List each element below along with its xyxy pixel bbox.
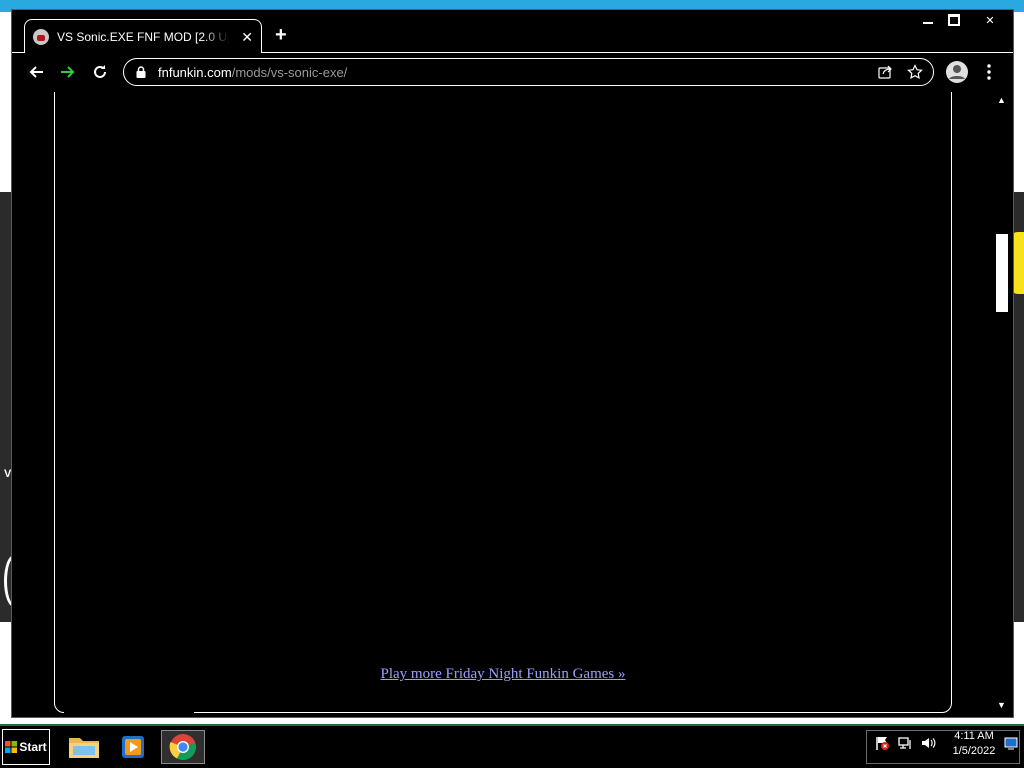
- tab-vs-sonic-exe[interactable]: VS Sonic.EXE FNF MOD [2.0 Update] ✕: [24, 19, 262, 53]
- scrollbar-thumb[interactable]: [996, 234, 1008, 312]
- reload-button[interactable]: [88, 60, 112, 84]
- taskbar: Start 4:11 AM 1/5/2022: [0, 724, 1024, 768]
- clock-time: 4:11 AM: [954, 730, 994, 742]
- kebab-menu-icon: [987, 64, 991, 80]
- scroll-down-arrow[interactable]: ▼: [997, 700, 1006, 710]
- tab-strip: VS Sonic.EXE FNF MOD [2.0 Update] ✕ + ✕: [12, 10, 1013, 54]
- scroll-up-arrow[interactable]: ▲: [997, 95, 1006, 105]
- action-center-flag-icon[interactable]: [874, 735, 890, 751]
- chrome-icon: [169, 734, 196, 760]
- game-embed-frame[interactable]: [54, 92, 952, 713]
- frame-gap: [64, 709, 194, 715]
- window-controls: ✕: [915, 10, 1013, 30]
- url-domain: fnfunkin.com: [158, 64, 232, 80]
- start-button[interactable]: Start: [2, 729, 50, 765]
- network-icon[interactable]: [897, 735, 913, 751]
- reload-icon: [94, 65, 106, 78]
- windows-logo-icon: [5, 741, 18, 753]
- bookmark-star-icon[interactable]: [907, 64, 923, 80]
- profile-avatar-icon[interactable]: [945, 60, 969, 84]
- maximize-button[interactable]: [941, 10, 967, 30]
- tab-title: VS Sonic.EXE FNF MOD [2.0 Update]: [57, 29, 229, 44]
- tab-underline: [262, 52, 1013, 53]
- folder-icon: [69, 738, 99, 758]
- more-games-link[interactable]: Play more Friday Night Funkin Games »: [12, 666, 994, 683]
- clock-date: 1/5/2022: [952, 745, 996, 757]
- start-label: Start: [19, 740, 47, 754]
- back-arrow-icon: [29, 66, 43, 78]
- url-path: /mods/vs-sonic-exe/: [231, 64, 348, 80]
- maximize-icon: [948, 14, 960, 26]
- close-window-button[interactable]: ✕: [967, 10, 1013, 30]
- lock-icon[interactable]: [134, 65, 148, 79]
- taskbar-media-player[interactable]: [111, 730, 155, 764]
- tab-close-icon[interactable]: ✕: [241, 30, 253, 44]
- address-bar-actions: [877, 64, 923, 80]
- browser-toolbar: fnfunkin.com/mods/vs-sonic-exe/: [12, 54, 1013, 92]
- address-bar[interactable]: fnfunkin.com/mods/vs-sonic-exe/: [123, 58, 934, 86]
- media-player-icon: [122, 736, 144, 758]
- sonic-exe-favicon-icon: [33, 28, 49, 45]
- taskbar-chrome[interactable]: [161, 730, 205, 764]
- volume-icon[interactable]: [920, 735, 936, 751]
- tab-underline-left: [12, 52, 24, 53]
- forward-button[interactable]: [56, 60, 80, 84]
- minimize-icon: [923, 22, 933, 24]
- page-viewport: Play more Friday Night Funkin Games » ▲ …: [12, 92, 1013, 717]
- back-button[interactable]: [24, 60, 48, 84]
- browser-menu-button[interactable]: [982, 60, 996, 84]
- share-icon[interactable]: [877, 64, 893, 80]
- url-text: fnfunkin.com/mods/vs-sonic-exe/: [158, 65, 347, 80]
- taskbar-file-explorer[interactable]: [62, 730, 106, 764]
- taskbar-clock[interactable]: 4:11 AM 1/5/2022: [942, 729, 1006, 759]
- minimize-button[interactable]: [915, 10, 941, 30]
- new-tab-button[interactable]: +: [275, 25, 287, 45]
- forward-arrow-icon: [61, 66, 75, 78]
- show-desktop-icon[interactable]: [1004, 736, 1018, 750]
- browser-window: VS Sonic.EXE FNF MOD [2.0 Update] ✕ + ✕: [11, 9, 1014, 718]
